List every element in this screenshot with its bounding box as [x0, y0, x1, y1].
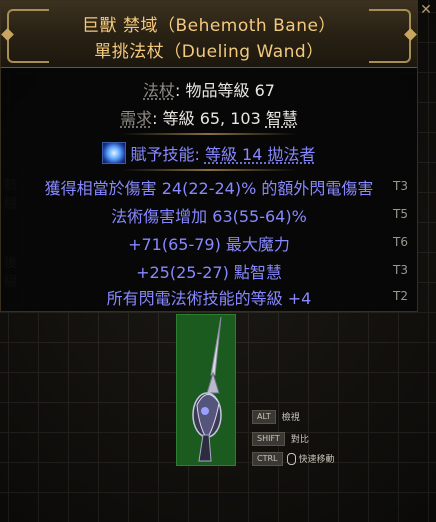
gem-icon	[102, 142, 127, 164]
item-tooltip: 巨獸 禁域（Behemoth Bane） 單挑法杖（Dueling Wand） …	[0, 0, 432, 312]
mod-line: +71(65-79) 最大魔力	[128, 235, 290, 254]
hint-alt-text: 檢視	[281, 413, 300, 423]
hint-ctrl-text: 快速移動	[298, 455, 335, 465]
tooltip-header: 巨獸 禁域（Behemoth Bane） 單挑法杖（Dueling Wand）	[1, 1, 417, 68]
separator	[121, 169, 297, 171]
mod-line: +25(25-27) 點智慧	[136, 263, 282, 282]
shift-key: SHIFT	[252, 431, 285, 446]
wand-icon	[192, 316, 222, 462]
mod-tier: T2	[393, 289, 408, 303]
hint-ctrl: CTRL 快速移動	[252, 448, 335, 466]
item-class-line: 法杖: 物品等級 67	[1, 77, 417, 101]
hint-alt: ALT 檢視	[252, 406, 300, 424]
separator	[121, 133, 297, 135]
ctrl-key: CTRL	[252, 451, 283, 466]
mouse-icon	[286, 452, 296, 465]
implicit-line: 賦予技能: 等級 14 拋法者	[1, 141, 417, 165]
item-base-type: 單挑法杖（Dueling Wand）	[94, 42, 324, 62]
hint-shift: SHIFT 對比	[252, 428, 309, 446]
requirements-values: : 等級 65, 103	[152, 109, 266, 128]
requirements-label: 需求	[120, 109, 153, 128]
close-icon[interactable]: ✕	[419, 3, 433, 17]
item-slot-wand[interactable]	[176, 314, 236, 466]
mod-line: 所有閃電法術技能的等級 +4	[106, 289, 312, 308]
item-class-label: 法杖	[143, 81, 176, 100]
item-level: : 物品等級 67	[175, 81, 275, 100]
item-name: 巨獸 禁域（Behemoth Bane）	[82, 16, 336, 36]
hint-shift-text: 對比	[290, 435, 309, 445]
implicit-skill: 等級 14 拋法者	[204, 145, 316, 164]
mod-tier: T3	[393, 179, 408, 193]
mod-tier: T6	[393, 235, 408, 249]
alt-key: ALT	[252, 409, 276, 424]
mod-line: 獲得相當於傷害 24(22-24)% 的額外閃電傷害	[44, 179, 374, 198]
mod-tier: T3	[393, 263, 408, 277]
requirements-stat: 智慧	[265, 109, 298, 128]
mod-line: 法術傷害增加 63(55-64)%	[111, 207, 307, 226]
implicit-prefix: 賦予技能:	[130, 145, 205, 164]
mod-tier: T5	[393, 207, 408, 221]
requirements-line: 需求: 等級 65, 103 智慧	[1, 105, 417, 129]
